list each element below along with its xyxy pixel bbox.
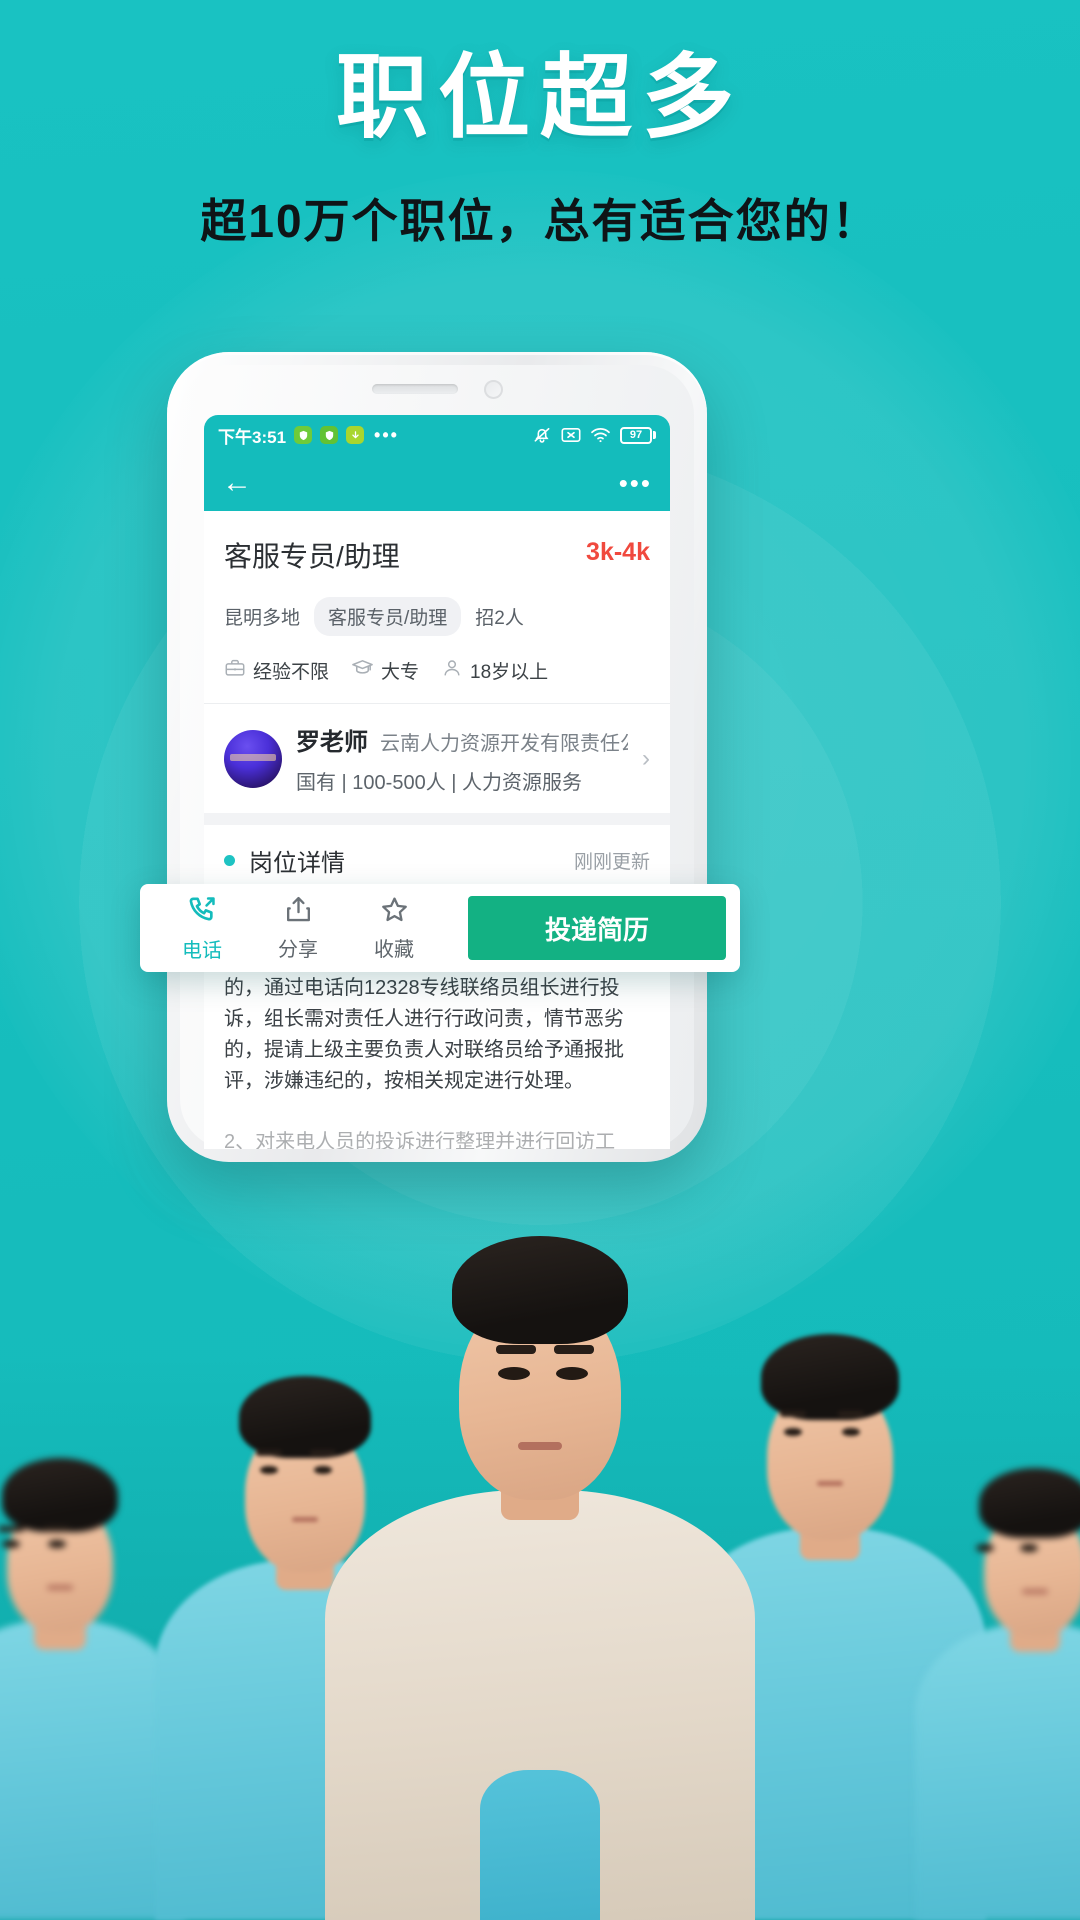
job-title-row: 客服专员/助理 3k-4k [224, 535, 650, 575]
status-bar-right: 97 [532, 425, 656, 445]
no-sim-icon [561, 427, 581, 443]
background-bottom-fade [0, 1360, 1080, 1920]
recruiter-name: 罗老师 [296, 729, 368, 756]
chevron-right-icon[interactable]: › [642, 745, 650, 773]
call-button[interactable]: 电话 [154, 894, 250, 963]
job-detail-card: 岗位详情 刚刚更新 1、来电人对12328专线联络员提供服务不满意的，通过电话向… [204, 825, 670, 1149]
back-arrow-icon[interactable]: ← [222, 468, 252, 498]
shield-badge-icon [294, 426, 313, 444]
requirement-age-label: 18岁以上 [470, 662, 549, 683]
job-header-card: 客服专员/助理 3k-4k 昆明多地 客服专员/助理 招2人 经验不限 大专 1… [204, 511, 670, 703]
phone-notch [180, 365, 694, 413]
share-icon [283, 894, 314, 930]
section-divider [204, 813, 670, 825]
share-button[interactable]: 分享 [250, 894, 346, 962]
job-description-text-continued: 2、对来电人员的投诉进行整理并进行回访工作； 3、联络员办结后对办理结果进行抽查… [204, 1127, 670, 1149]
shield-badge-icon [320, 426, 339, 444]
company-name: 云南人力资源开发有限责任公司 [380, 733, 628, 755]
requirement-education-label: 大专 [381, 662, 420, 683]
job-tag-category: 客服专员/助理 [314, 597, 462, 636]
wifi-icon [590, 427, 611, 443]
company-line-primary: 罗老师 云南人力资源开发有限责任公司 [296, 722, 628, 757]
status-time: 下午3:51 [218, 427, 287, 447]
company-row[interactable]: 罗老师 云南人力资源开发有限责任公司 国有 | 100-500人 | 人力资源服… [204, 703, 670, 813]
favorite-button-label: 收藏 [374, 939, 414, 961]
company-text: 罗老师 云南人力资源开发有限责任公司 国有 | 100-500人 | 人力资源服… [296, 722, 628, 795]
battery-icon: 97 [620, 426, 656, 444]
section-bullet-icon [224, 855, 235, 866]
bottom-action-bar: 电话 分享 收藏 投递简历 [140, 884, 740, 972]
briefcase-icon [224, 657, 246, 685]
more-options-icon[interactable]: ••• [619, 470, 652, 496]
job-tag-location: 昆明多地 [224, 608, 301, 629]
requirement-education: 大专 [351, 656, 419, 685]
job-tag-headcount: 招2人 [475, 608, 524, 629]
job-salary: 3k-4k [586, 538, 650, 566]
company-meta: 国有 | 100-500人 | 人力资源服务 [296, 772, 583, 794]
detail-updated-label: 刚刚更新 [573, 852, 650, 873]
favorite-button[interactable]: 收藏 [346, 894, 442, 962]
phone-screen: 下午3:51 ••• 97 ← ••• 客服专员/助理 3k-4k 昆明多地 客… [204, 415, 670, 1149]
speaker-grille-icon [371, 384, 458, 394]
bell-muted-icon [532, 425, 552, 445]
status-overflow-dots: ••• [374, 424, 399, 445]
detail-section-title: 岗位详情 [249, 850, 345, 877]
call-button-label: 电话 [182, 939, 222, 962]
download-badge-icon [346, 426, 365, 444]
nav-bar: ← ••• [204, 455, 670, 511]
front-camera-icon [483, 379, 503, 399]
phone-bezel: 下午3:51 ••• 97 ← ••• 客服专员/助理 3k-4k 昆明多地 客… [180, 365, 694, 1149]
battery-level-label: 97 [620, 426, 652, 444]
headline-block: 职位超多 超10万个职位，总有适合您的！ [0, 47, 1080, 251]
phone-mockup: 下午3:51 ••• 97 ← ••• 客服专员/助理 3k-4k 昆明多地 客… [167, 352, 707, 1162]
avatar [224, 729, 282, 788]
requirement-experience-label: 经验不限 [253, 662, 330, 683]
job-title: 客服专员/助理 [224, 541, 400, 572]
screen-scroll-area[interactable]: 客服专员/助理 3k-4k 昆明多地 客服专员/助理 招2人 经验不限 大专 1… [204, 511, 670, 1149]
phone-icon [186, 894, 218, 931]
status-bar: 下午3:51 ••• 97 [204, 415, 670, 455]
page-subtitle: 超10万个职位，总有适合您的！ [200, 195, 880, 248]
apply-button[interactable]: 投递简历 [468, 896, 726, 960]
requirement-experience: 经验不限 [224, 657, 329, 685]
page-title: 职位超多 [335, 47, 744, 149]
battery-cap [653, 431, 656, 439]
star-icon [379, 894, 410, 930]
job-tags: 昆明多地 客服专员/助理 招2人 [224, 597, 650, 636]
detail-section-header: 岗位详情 刚刚更新 [204, 825, 670, 892]
job-requirements: 经验不限 大专 18岁以上 [224, 656, 650, 685]
requirement-age: 18岁以上 [441, 657, 548, 685]
graduation-cap-icon [351, 656, 374, 685]
person-icon [441, 657, 463, 685]
share-button-label: 分享 [278, 939, 318, 961]
